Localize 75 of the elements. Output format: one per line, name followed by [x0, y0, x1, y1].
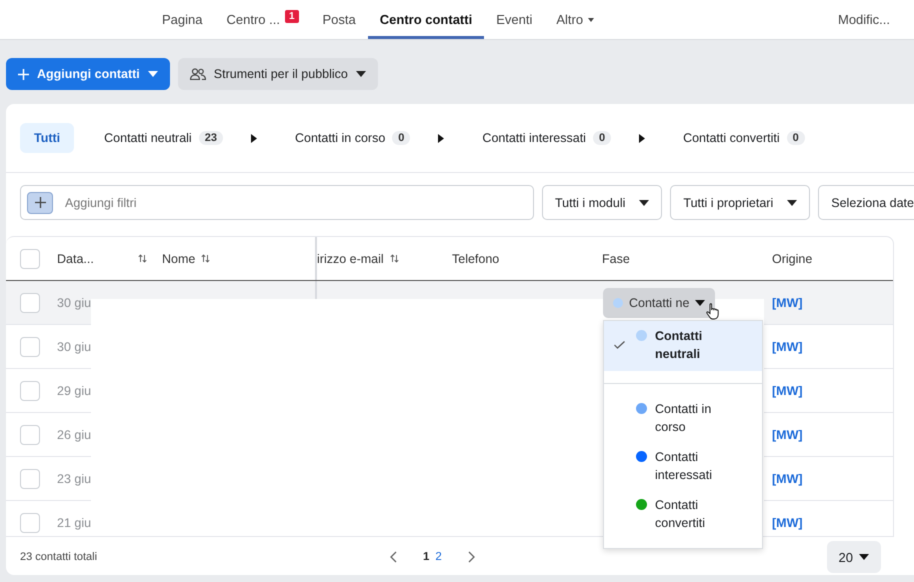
row-checkbox[interactable] [20, 380, 40, 400]
caret-icon [859, 554, 869, 560]
origin-link[interactable]: [MW] [765, 428, 803, 442]
nav-tab[interactable]: Altro [544, 0, 606, 39]
page-link[interactable]: 1 [423, 551, 430, 563]
date-cell-text: 23 giu [56, 472, 92, 486]
row-checkbox[interactable] [20, 292, 40, 312]
triangle-right-icon [250, 134, 257, 142]
filter-dropdown[interactable]: Seleziona date [818, 185, 914, 220]
caret-icon [639, 200, 650, 206]
caret-icon [356, 71, 366, 77]
origin-link[interactable]: [MW] [765, 340, 803, 354]
add-filter-field[interactable]: Aggiungi filtri [20, 185, 534, 220]
filter-dropdown[interactable]: Tutti i proprietari [670, 185, 810, 220]
check-icon [614, 341, 625, 349]
column-header[interactable]: Nome [155, 252, 196, 266]
filter-dropdown[interactable]: Tutti i moduli [542, 185, 662, 220]
date-cell-text: 30 giu [56, 296, 92, 310]
triangle-right-icon [639, 134, 646, 142]
triangle-right-icon [438, 134, 444, 142]
chevron-right-icon[interactable] [468, 551, 475, 563]
nav-tab[interactable]: Centro ... 1 [214, 0, 311, 39]
row-checkbox[interactable] [20, 336, 40, 356]
people-icon [190, 68, 206, 80]
date-cell-text: 26 giu [56, 428, 92, 442]
caret-icon [695, 300, 706, 306]
origin-link[interactable]: [MW] [765, 384, 803, 398]
column-header[interactable]: Origine [765, 252, 812, 266]
select-all-checkbox[interactable] [20, 248, 40, 268]
phase-dropdown[interactable]: Contatti ne [603, 288, 716, 318]
origin-link[interactable]: [MW] [765, 472, 803, 486]
row-checkbox[interactable] [20, 424, 40, 444]
nav-tab[interactable]: Eventi [484, 0, 544, 39]
sort-icon[interactable] [390, 254, 399, 263]
notification-badge: 1 [284, 10, 299, 23]
phase-option[interactable]: Contatti neutrali [604, 321, 762, 371]
caret-icon [787, 200, 798, 206]
stage-tab[interactable]: Tutti [20, 123, 74, 153]
row-checkbox[interactable] [20, 512, 40, 532]
edit-link[interactable]: Modific... [826, 0, 914, 39]
origin-link[interactable]: [MW] [765, 296, 803, 310]
caret-icon [148, 71, 158, 77]
column-header[interactable]: Fase [595, 252, 630, 266]
count-badge: 0 [592, 131, 612, 145]
stage-tab[interactable]: Contatti interessati 0 [468, 123, 626, 153]
count-badge: 0 [392, 131, 410, 145]
nav-tab[interactable]: Centro contatti [368, 0, 484, 39]
audience-tools-button[interactable]: Strumenti per il pubblico [178, 58, 378, 90]
count-badge: 0 [786, 131, 805, 145]
nav-tab[interactable]: Pagina [150, 0, 214, 39]
phase-option[interactable]: Contatti convertiti [604, 490, 762, 538]
phase-option[interactable]: Contatti in corso [604, 394, 762, 442]
page-size-dropdown[interactable]: 20 [826, 541, 881, 573]
column-header[interactable]: Data... [50, 252, 94, 266]
row-checkbox[interactable] [20, 468, 40, 488]
date-cell-text: 29 giu [56, 384, 92, 398]
add-contacts-button[interactable]: Aggiungi contatti [6, 58, 170, 90]
nav-tab[interactable]: Posta [310, 0, 368, 39]
date-cell-text: 30 giu [56, 340, 92, 354]
phase-option[interactable]: Contatti interessati [604, 442, 762, 490]
total-contacts-text: 23 contatti totali [20, 551, 98, 563]
count-badge: 23 [198, 131, 223, 145]
date-cell-text: 21 giu [56, 516, 92, 530]
origin-link[interactable]: [MW] [765, 516, 803, 530]
stage-tab[interactable]: Contatti in corso 0 [280, 123, 424, 153]
sort-icon[interactable] [138, 254, 147, 263]
plus-icon [18, 68, 29, 80]
stage-tab[interactable]: Contatti neutrali 23 [90, 123, 237, 153]
stage-tab[interactable]: Contatti convertiti 0 [669, 123, 819, 153]
plus-icon [27, 192, 53, 214]
column-header[interactable]: Telefono [445, 252, 500, 266]
page-link[interactable]: 2 [435, 551, 442, 563]
column-header[interactable]: irizzo e-mail [317, 252, 384, 266]
sort-icon[interactable] [201, 254, 210, 263]
chevron-left-icon[interactable] [390, 551, 397, 563]
